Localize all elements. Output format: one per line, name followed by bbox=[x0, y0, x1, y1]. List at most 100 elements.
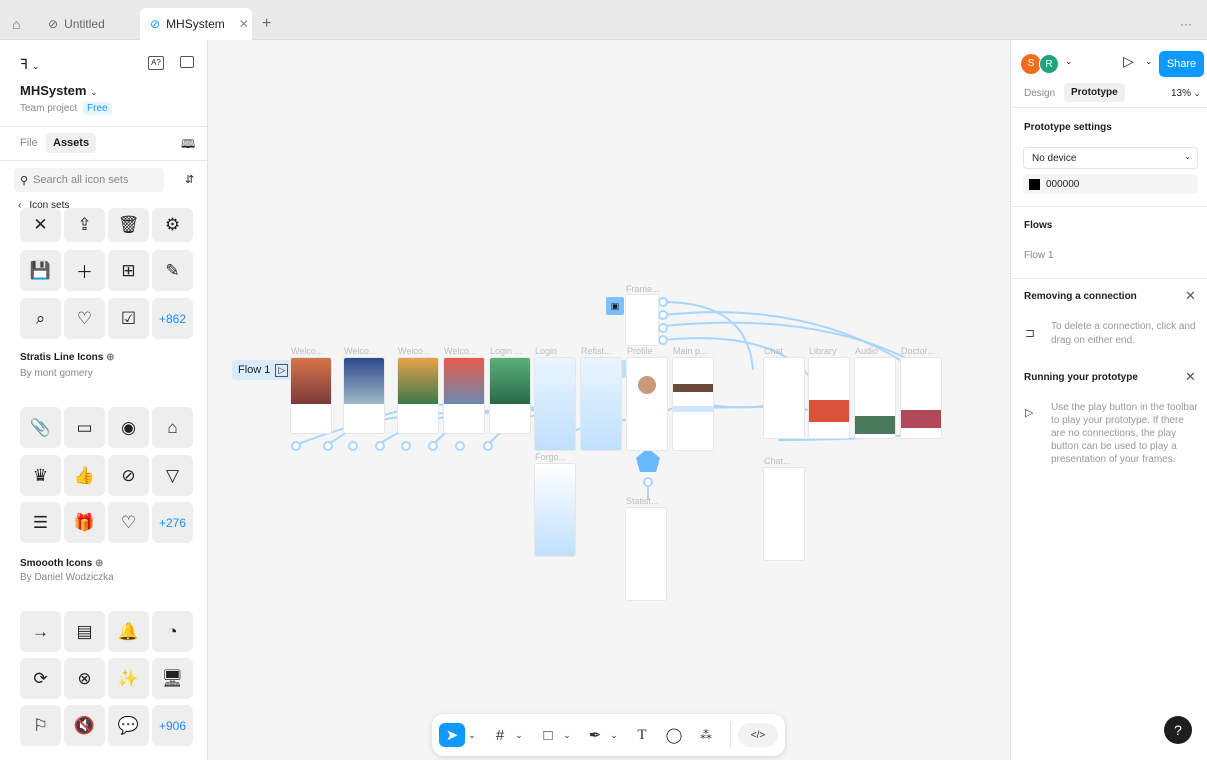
frame-audio[interactable] bbox=[855, 358, 895, 438]
frame-label[interactable]: Login ... bbox=[490, 346, 522, 356]
bell-icon[interactable]: 🔔 bbox=[108, 611, 149, 652]
frame-label[interactable]: Statist... bbox=[626, 496, 659, 506]
search-input[interactable]: ⚲ Search all icon sets bbox=[14, 168, 164, 192]
chat-icon[interactable]: 💬 bbox=[108, 705, 149, 746]
chevron-down-icon[interactable]: ⌄ bbox=[467, 723, 477, 747]
frame-label[interactable]: Main p... bbox=[673, 346, 708, 356]
eye-off-icon[interactable]: ⊘ bbox=[108, 455, 149, 496]
sliders-icon[interactable]: ☰ bbox=[20, 502, 61, 543]
filter-icon[interactable]: ⇵ bbox=[185, 173, 194, 186]
crown-icon[interactable]: ♛ bbox=[20, 455, 61, 496]
camera-icon[interactable]: ◉ bbox=[108, 407, 149, 448]
chevron-down-icon[interactable]: ⌄ bbox=[1145, 56, 1153, 67]
monitor-icon[interactable]: 🖥 bbox=[152, 658, 193, 699]
frame-label[interactable]: Welco... bbox=[291, 346, 323, 356]
dev-mode-toggle[interactable]: </> bbox=[738, 723, 778, 747]
device-select[interactable]: No device ⌄ bbox=[1023, 147, 1198, 169]
chevron-down-icon[interactable]: ⌄ bbox=[514, 723, 524, 747]
rectangle-tool-icon[interactable]: □ bbox=[536, 723, 560, 747]
chevron-down-icon[interactable]: ⌄ bbox=[562, 723, 572, 747]
tab-untitled[interactable]: ⊘ Untitled bbox=[48, 8, 105, 40]
close-tab-icon[interactable]: ✕ bbox=[239, 17, 249, 31]
trash-icon[interactable]: 🗑 bbox=[108, 208, 149, 242]
more-icons-button[interactable]: +906 bbox=[152, 705, 193, 746]
project-name[interactable]: MHSystem ⌄ bbox=[20, 83, 98, 98]
more-icons-button[interactable]: +862 bbox=[152, 298, 193, 339]
gift-icon[interactable]: 🎁 bbox=[64, 502, 105, 543]
frame-label[interactable]: Chat bbox=[764, 346, 783, 356]
frame-chat[interactable] bbox=[764, 358, 804, 438]
design-canvas[interactable]: Flow 1 ▷ ▣ ▣ Welco... Welco... Welco... … bbox=[208, 40, 1010, 760]
frame-doctor[interactable] bbox=[901, 358, 941, 438]
currency-refresh-icon[interactable]: ⟳ bbox=[20, 658, 61, 699]
settings-icon[interactable]: ⚙ bbox=[152, 208, 193, 242]
plus-icon[interactable]: ＋ bbox=[64, 250, 105, 291]
icon-set-name[interactable]: Stratis Line Icons ⊕ bbox=[20, 352, 115, 363]
chevron-down-icon[interactable]: ⌄ bbox=[1065, 56, 1073, 67]
frame-frame[interactable] bbox=[626, 295, 658, 345]
add-box-icon[interactable]: ⊞ bbox=[108, 250, 149, 291]
close-icon[interactable]: ✕ bbox=[1185, 288, 1196, 304]
tab-mhsystem[interactable]: ⊘ MHSystem ✕ bbox=[140, 8, 252, 40]
more-menu-button[interactable]: ··· bbox=[1180, 8, 1192, 40]
frame-label[interactable]: Refist... bbox=[581, 346, 612, 356]
frame-login[interactable] bbox=[535, 358, 575, 450]
frame-chat-2[interactable] bbox=[764, 468, 804, 560]
upload-icon[interactable]: ⇪ bbox=[64, 208, 105, 242]
frame-label[interactable]: Welco... bbox=[344, 346, 376, 356]
frame-forgot[interactable] bbox=[535, 464, 575, 556]
filter-funnel-icon[interactable]: ▽ bbox=[152, 455, 193, 496]
x-circle-icon[interactable]: ⊗ bbox=[64, 658, 105, 699]
save-icon[interactable]: 💾 bbox=[20, 250, 61, 291]
move-tool-icon[interactable]: ➤ bbox=[439, 723, 465, 747]
tab-prototype[interactable]: Prototype bbox=[1064, 83, 1125, 102]
comment-tool-icon[interactable]: ◯ bbox=[662, 723, 686, 747]
frame-main-page[interactable] bbox=[673, 358, 713, 450]
avatar[interactable]: R bbox=[1039, 54, 1059, 74]
frame-label[interactable]: Frame... bbox=[626, 284, 660, 294]
zoom-control[interactable]: 13% ⌄ bbox=[1171, 88, 1201, 99]
main-menu-button[interactable]: ꟻ ⌄ bbox=[20, 56, 40, 73]
tab-file[interactable]: File bbox=[20, 137, 38, 149]
frame-label[interactable]: Login bbox=[535, 346, 557, 356]
thumbs-up-icon[interactable]: 👍 bbox=[64, 455, 105, 496]
new-tab-button[interactable]: + bbox=[262, 8, 271, 40]
building-icon[interactable]: ▤ bbox=[64, 611, 105, 652]
pie-icon[interactable]: ◔ bbox=[152, 611, 193, 652]
frame-label[interactable]: Welco... bbox=[398, 346, 430, 356]
close-icon[interactable]: ✕ bbox=[1185, 369, 1196, 385]
close-icon[interactable]: ✕ bbox=[20, 208, 61, 242]
play-icon[interactable]: ▷ bbox=[1123, 53, 1134, 70]
plan-badge[interactable]: Free bbox=[83, 102, 112, 115]
frame-welcome-1[interactable] bbox=[291, 358, 331, 433]
frame-label[interactable]: Welco... bbox=[444, 346, 476, 356]
heart-icon[interactable]: ♡ bbox=[64, 298, 105, 339]
more-icons-button[interactable]: +276 bbox=[152, 502, 193, 543]
search-icon[interactable]: ⌕ bbox=[20, 298, 61, 339]
text-tool-icon[interactable]: T bbox=[630, 723, 654, 747]
frame-library[interactable] bbox=[809, 358, 849, 438]
magic-wand-icon[interactable]: ✨ bbox=[108, 658, 149, 699]
frame-login-1[interactable] bbox=[490, 358, 530, 433]
video-icon[interactable]: ▭ bbox=[64, 407, 105, 448]
frame-profile[interactable] bbox=[627, 358, 667, 450]
arrow-right-icon[interactable]: → bbox=[20, 611, 61, 652]
frame-flow-icon[interactable]: ▣ bbox=[606, 297, 624, 315]
share-button[interactable]: Share bbox=[1159, 51, 1204, 77]
frame-label[interactable]: Library bbox=[809, 346, 837, 356]
tab-design[interactable]: Design bbox=[1024, 88, 1055, 99]
frame-label[interactable]: Forgo... bbox=[535, 452, 566, 462]
background-color-field[interactable]: 000000 bbox=[1023, 174, 1198, 194]
frame-welcome-4[interactable] bbox=[444, 358, 484, 433]
help-button[interactable]: ? bbox=[1164, 716, 1192, 744]
frame-tool-icon[interactable]: # bbox=[488, 723, 512, 747]
flag-icon[interactable]: ⚐ bbox=[20, 705, 61, 746]
checkbox-icon[interactable]: ☑ bbox=[108, 298, 149, 339]
flow-item[interactable]: Flow 1 bbox=[1024, 250, 1053, 261]
frame-register[interactable] bbox=[581, 358, 621, 450]
chevron-down-icon[interactable]: ⌄ bbox=[609, 723, 619, 747]
library-book-icon[interactable]: 🕮 bbox=[181, 135, 195, 156]
paperclip-icon[interactable]: 📎 bbox=[20, 407, 61, 448]
pen-tool-icon[interactable]: ✒ bbox=[583, 723, 607, 747]
panel-toggle-icon[interactable] bbox=[180, 56, 194, 68]
